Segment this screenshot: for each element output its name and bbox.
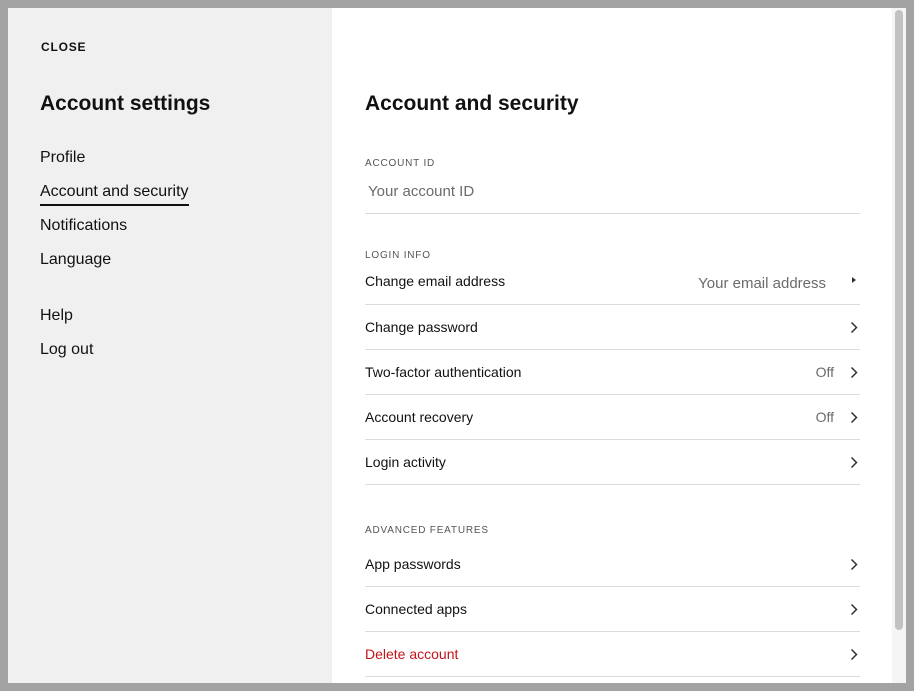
chevron-right-icon — [848, 410, 860, 424]
chevron-right-icon — [848, 365, 860, 379]
row-label: Change password — [365, 319, 478, 335]
advanced-features-label: ADVANCED FEATURES — [365, 525, 489, 536]
account-id-label: ACCOUNT ID — [365, 158, 436, 169]
sidebar-item-help[interactable]: Help — [40, 306, 93, 340]
app-passwords-row[interactable]: App passwords — [365, 542, 860, 587]
sidebar: CLOSE Account settings Profile Account a… — [8, 8, 332, 683]
scrollbar[interactable] — [892, 8, 906, 683]
chevron-right-icon — [848, 647, 860, 661]
sidebar-item-label: Log out — [40, 341, 94, 358]
login-info-label: LOGIN INFO — [365, 250, 431, 261]
sidebar-item-profile[interactable]: Profile — [40, 148, 189, 182]
page-title: Account and security — [365, 92, 579, 115]
main-content: Account and security ACCOUNT ID LOGIN IN… — [365, 92, 860, 677]
account-recovery-row[interactable]: Account recovery Off — [365, 395, 860, 440]
change-password-row[interactable]: Change password — [365, 305, 860, 350]
login-activity-row[interactable]: Login activity — [365, 440, 860, 485]
sidebar-item-language[interactable]: Language — [40, 250, 189, 284]
account-settings-modal: CLOSE Account settings Profile Account a… — [8, 8, 906, 683]
row-label: Account recovery — [365, 409, 474, 425]
row-label: Login activity — [365, 454, 446, 470]
close-button[interactable]: CLOSE — [41, 40, 86, 54]
secondary-nav: Help Log out — [40, 306, 93, 374]
scrollbar-thumb[interactable] — [895, 10, 903, 630]
row-label: Two-factor authentication — [365, 364, 522, 380]
two-factor-status: Off — [815, 364, 834, 380]
sidebar-item-label: Help — [40, 307, 73, 324]
sidebar-item-notifications[interactable]: Notifications — [40, 216, 189, 250]
chevron-right-icon — [848, 455, 860, 469]
two-factor-row[interactable]: Two-factor authentication Off — [365, 350, 860, 395]
sidebar-item-label: Language — [40, 251, 112, 268]
sidebar-item-label: Account and security — [40, 182, 189, 206]
chevron-right-icon — [848, 602, 860, 616]
row-label: Connected apps — [365, 601, 467, 617]
row-label: App passwords — [365, 556, 461, 572]
caret-right-icon — [848, 273, 860, 287]
sidebar-item-label: Notifications — [40, 217, 128, 234]
row-label: Delete account — [365, 646, 459, 662]
change-email-row[interactable]: Change email address Your email address — [365, 267, 860, 305]
email-value: Your email address — [698, 275, 826, 292]
sidebar-item-label: Profile — [40, 149, 86, 166]
sidebar-item-logout[interactable]: Log out — [40, 340, 93, 374]
account-recovery-status: Off — [815, 409, 834, 425]
connected-apps-row[interactable]: Connected apps — [365, 587, 860, 632]
main-panel: Account and security ACCOUNT ID LOGIN IN… — [332, 8, 906, 683]
settings-nav: Profile Account and security Notificatio… — [40, 148, 189, 284]
sidebar-item-account-security[interactable]: Account and security — [40, 182, 189, 216]
account-id-field[interactable] — [365, 179, 860, 214]
chevron-right-icon — [848, 320, 860, 334]
row-label: Change email address — [365, 273, 506, 289]
chevron-right-icon — [848, 557, 860, 571]
sidebar-title: Account settings — [40, 92, 211, 115]
delete-account-row[interactable]: Delete account — [365, 632, 860, 677]
